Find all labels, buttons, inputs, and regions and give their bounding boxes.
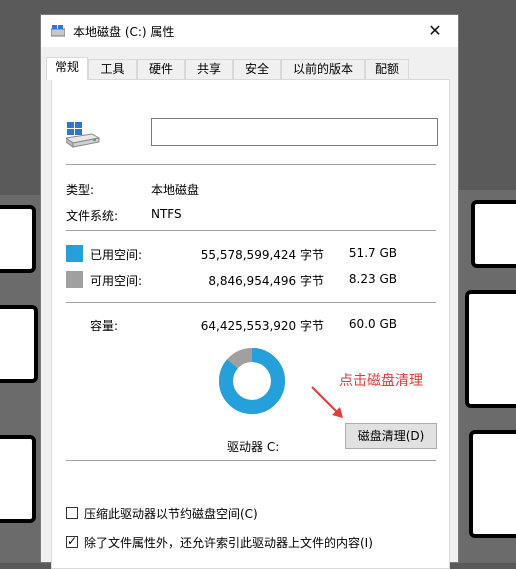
free-space-swatch — [66, 271, 83, 288]
capacity-bytes: 64,425,553,920 字节 — [200, 319, 324, 333]
general-panel: 类型: 本地磁盘 文件系统: NTFS 已用空间: 55,578,599,424… — [51, 79, 450, 569]
capacity-label: 容量: — [90, 319, 119, 333]
window-title: 本地磁盘 (C:) 属性 — [73, 25, 175, 39]
compress-checkbox[interactable] — [66, 507, 78, 519]
index-option-label[interactable]: 除了文件属性外，还允许索引此驱动器上文件的内容(I) — [84, 534, 373, 551]
used-space-label: 已用空间: — [90, 248, 143, 262]
drive-letter-label: 驱动器 C: — [227, 440, 280, 454]
free-space-label: 可用空间: — [90, 274, 143, 288]
tab-sharing[interactable]: 共享 — [185, 59, 233, 79]
tab-tools[interactable]: 工具 — [88, 59, 137, 79]
filesystem-value: NTFS — [151, 207, 182, 221]
tab-general[interactable]: 常规 — [46, 57, 88, 80]
drive-name-input[interactable] — [151, 118, 438, 146]
compress-option-label[interactable]: 压缩此驱动器以节约磁盘空间(C) — [84, 505, 258, 522]
used-space-swatch — [66, 245, 83, 262]
background-artwork-left — [0, 195, 40, 563]
title-bar[interactable]: 本地磁盘 (C:) 属性 ✕ — [41, 15, 458, 47]
close-button[interactable]: ✕ — [412, 15, 458, 47]
filesystem-label: 文件系统: — [66, 209, 119, 223]
separator — [66, 302, 436, 303]
capacity-size: 60.0 GB — [348, 317, 397, 331]
tab-hardware[interactable]: 硬件 — [137, 59, 185, 79]
tab-previous-versions[interactable]: 以前的版本 — [281, 59, 365, 79]
drive-icon — [51, 25, 65, 37]
used-space-bytes: 55,578,599,424 字节 — [200, 248, 324, 262]
disk-cleanup-button[interactable]: 磁盘清理(D) — [345, 423, 437, 449]
close-icon: ✕ — [428, 21, 442, 40]
annotation-arrow — [311, 386, 343, 418]
free-space-bytes: 8,846,954,496 字节 — [208, 274, 324, 288]
separator — [66, 230, 436, 231]
separator — [66, 164, 436, 165]
type-label: 类型: — [66, 183, 95, 197]
used-space-size: 51.7 GB — [348, 246, 397, 260]
type-value: 本地磁盘 — [151, 183, 200, 197]
usage-donut-chart — [219, 348, 285, 414]
drive-icon — [66, 122, 100, 148]
tab-quota[interactable]: 配额 — [365, 59, 409, 79]
free-space-size: 8.23 GB — [348, 272, 397, 286]
annotation-text: 点击磁盘清理 — [339, 373, 423, 389]
tab-security[interactable]: 安全 — [233, 59, 281, 79]
background-artwork-right — [459, 190, 516, 563]
properties-dialog: 本地磁盘 (C:) 属性 ✕ 常规 工具 硬件 共享 安全 以前的版本 配额 类… — [40, 14, 459, 569]
checkbox-icon: ✓ — [67, 534, 78, 548]
separator — [66, 460, 436, 461]
index-checkbox[interactable]: ✓ — [66, 534, 78, 548]
